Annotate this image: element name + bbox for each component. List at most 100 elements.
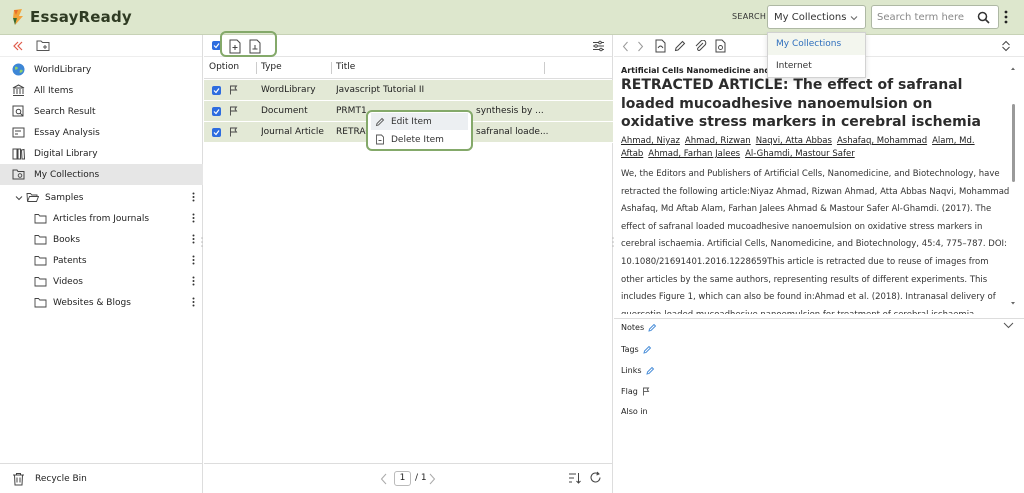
globe-icon [11,63,25,77]
tree-folder-books[interactable]: Books [0,229,203,250]
flag-icon[interactable] [642,387,650,396]
new-folder-icon[interactable] [36,39,51,52]
tree-folder-label: Websites & Blogs [53,297,131,308]
app-name: EssayReady [30,8,132,26]
prev-page-icon[interactable] [380,473,388,485]
folder-menu-icon[interactable] [192,234,195,244]
edit-icon[interactable] [674,40,686,52]
next-page-icon[interactable] [428,473,436,485]
row-title: PRMT1 [336,106,367,116]
sidebar-item-recycle-bin[interactable]: Recycle Bin [0,463,203,493]
row-checkbox[interactable] [212,86,221,95]
search-input[interactable] [877,10,972,25]
more-menu-icon[interactable] [1003,9,1009,25]
attachment-icon[interactable] [694,40,707,52]
pencil-icon[interactable] [643,345,652,354]
pencil-icon[interactable] [645,366,655,375]
detail-scrollbar[interactable] [1010,66,1016,338]
flag-icon[interactable] [229,127,238,137]
column-settings-icon[interactable] [592,40,605,52]
delete-item-button[interactable]: Delete Item [371,131,468,148]
sidebar-item-essay-analysis[interactable]: Essay Analysis [0,122,203,143]
scope-option-internet[interactable]: Internet [768,55,865,77]
detail-panel: Artificial Cells Nanomedicine and Bi RET… [614,35,1024,493]
edit-item-button[interactable]: Edit Item [371,113,468,130]
folder-menu-icon[interactable] [192,276,195,286]
tree-folder-websites-blogs[interactable]: Websites & Blogs [0,292,203,313]
app-window: EssayReady SEARCH My Collections My Coll… [0,0,1024,493]
column-option[interactable]: Option [209,62,239,72]
expand-panel-icon[interactable] [1000,40,1012,52]
row-type: Journal Article [261,127,324,137]
flag-icon[interactable] [229,106,238,116]
flag-row[interactable]: Flag [621,387,650,396]
tags-label: Tags [621,345,639,354]
folder-icon [34,213,47,224]
trash-icon [12,472,25,486]
scope-option-my-collections[interactable]: My Collections [768,33,865,55]
sidebar-item-worldlibrary[interactable]: WorldLibrary [0,59,203,80]
scrollbar-thumb[interactable] [1012,104,1015,182]
sidebar-item-search-result[interactable]: Search Result [0,101,203,122]
chevron-down-icon[interactable] [1003,321,1014,330]
pencil-icon [375,117,385,127]
column-divider[interactable] [544,62,545,74]
author-link[interactable]: Ahmad, Niyaz [621,136,680,146]
folder-menu-icon[interactable] [192,192,195,202]
tags-row[interactable]: Tags [621,345,652,354]
column-title[interactable]: Title [336,62,355,72]
app-logo[interactable]: EssayReady [10,8,132,26]
search-scope-dropdown: My Collections Internet [767,32,866,78]
sidebar-item-all-items[interactable]: All Items [0,80,203,101]
author-link[interactable]: Ahmad, Rizwan [685,136,751,146]
row-checkbox[interactable] [212,107,221,116]
refresh-icon[interactable] [589,471,602,484]
author-link[interactable]: Naqvi, Atta Abbas [756,136,832,146]
search-scope-select[interactable]: My Collections [767,5,866,29]
sidebar-item-label: All Items [34,85,74,96]
open-pdf-icon[interactable] [654,39,667,53]
column-divider[interactable] [331,62,332,74]
forward-icon[interactable] [637,41,644,52]
sidebar-item-label: Digital Library [34,148,98,159]
notes-row[interactable]: Notes [621,323,657,332]
author-link[interactable]: Ashafaq, Mohammad [837,136,927,146]
column-divider[interactable] [256,62,257,74]
folder-menu-icon[interactable] [192,255,195,265]
chevron-down-icon[interactable] [14,193,24,203]
item-title: RETRACTED ARTICLE: The effect of safrana… [621,77,981,130]
search-icon[interactable] [977,11,990,24]
chevron-down-icon [849,13,859,23]
table-row[interactable]: WordLibrary Javascript Tutorial II [204,80,613,101]
author-link[interactable]: Al-Ghamdi, Mastour Safer [745,149,855,159]
tree-folder-label: Samples [45,192,84,203]
flag-icon[interactable] [229,85,238,95]
sidebar-item-my-collections[interactable]: My Collections [0,164,203,185]
row-checkbox[interactable] [212,128,221,137]
back-icon[interactable] [622,41,629,52]
tree-folder-samples[interactable]: Samples [0,187,203,208]
tree-folder-patents[interactable]: Patents [0,250,203,271]
author-link[interactable]: Ahmad, Farhan Jalees [648,149,740,159]
column-type[interactable]: Type [261,62,282,72]
library-icon [11,84,25,98]
cite-document-icon[interactable] [714,39,727,53]
links-row[interactable]: Links [621,366,655,375]
page-total: / 1 [415,473,427,483]
flag-label: Flag [621,387,638,396]
sidebar-item-digital-library[interactable]: Digital Library [0,143,203,164]
tree-folder-articles-from-journals[interactable]: Articles from Journals [0,208,203,229]
sort-icon[interactable] [568,472,581,484]
also-in-label: Also in [621,407,648,416]
row-type: WordLibrary [261,85,316,95]
collapse-icon[interactable] [12,40,24,52]
delete-document-icon [375,134,385,145]
pencil-icon[interactable] [648,323,657,332]
folder-menu-icon[interactable] [192,297,195,307]
tree-folder-videos[interactable]: Videos [0,271,203,292]
folder-menu-icon[interactable] [192,213,195,223]
resize-handle[interactable] [201,236,203,250]
folder-icon [34,297,47,308]
page-number-input[interactable]: 1 [394,471,411,486]
sidebar: WorldLibrary All Items Search Result Ess… [0,35,203,493]
